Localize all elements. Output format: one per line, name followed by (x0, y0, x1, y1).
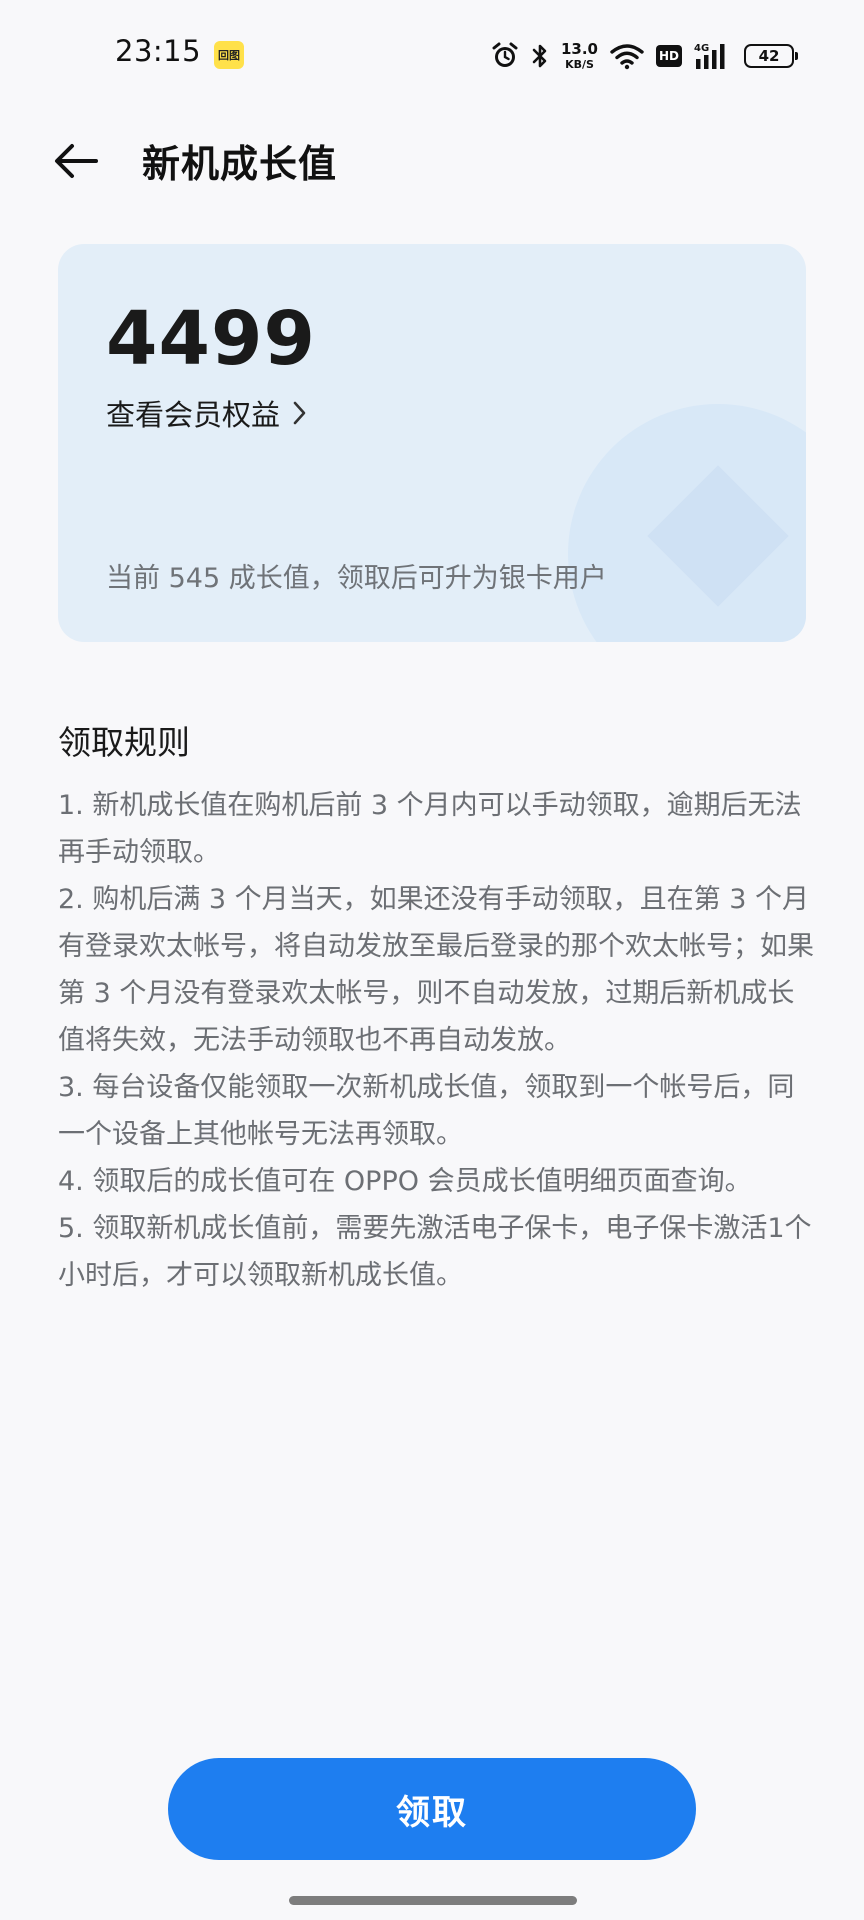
network-speed-value: 13.0 (560, 40, 598, 58)
header: 新机成长值 (0, 125, 864, 195)
growth-status-text: 当前 545 成长值，领取后可升为银卡用户 (106, 563, 607, 594)
page-title: 新机成长值 (142, 142, 338, 186)
rule-item: 4. 领取后的成长值可在 OPPO 会员成长值明细页面查询。 (58, 1166, 752, 1197)
growth-value-card: 4499 查看会员权益 当前 545 成长值，领取后可升为银卡用户 (58, 244, 806, 642)
wifi-icon (610, 42, 644, 70)
claim-button[interactable]: 领取 (168, 1758, 696, 1860)
rule-item: 2. 购机后满 3 个月当天，如果还没有手动领取，且在第 3 个月有登录欢太帐号… (58, 884, 814, 1056)
rules-title: 领取规则 (58, 723, 190, 762)
back-button[interactable] (48, 133, 104, 189)
benefits-link-label: 查看会员权益 (106, 398, 281, 432)
cellular-signal-icon: 4G (694, 41, 732, 71)
battery-icon: 42 (744, 44, 798, 68)
status-bar: 23:15 回图 13.0 KB/S HD 4G 42 (0, 30, 864, 80)
network-speed: 13.0 KB/S (560, 40, 598, 71)
alarm-icon (491, 42, 519, 70)
view-member-benefits-link[interactable]: 查看会员权益 (106, 392, 308, 434)
status-time: 23:15 (115, 34, 202, 68)
battery-level: 42 (758, 47, 780, 65)
screen: 23:15 回图 13.0 KB/S HD 4G 42 新机成长值 4499 查… (0, 0, 864, 1920)
network-speed-unit: KB/S (565, 58, 594, 71)
rule-item: 1. 新机成长值在购机后前 3 个月内可以手动领取，逾期后无法再手动领取。 (58, 790, 802, 868)
network-type-label: 4G (694, 43, 709, 54)
arrow-left-icon (55, 144, 98, 178)
bluetooth-icon (531, 42, 549, 70)
growth-value: 4499 (106, 296, 316, 382)
chevron-right-icon (293, 401, 306, 425)
hd-voice-icon: HD (656, 45, 682, 67)
home-indicator[interactable] (289, 1896, 577, 1905)
status-icons: 13.0 KB/S HD 4G 42 (491, 36, 798, 76)
rule-item: 3. 每台设备仅能领取一次新机成长值，领取到一个帐号后，同一个设备上其他帐号无法… (58, 1072, 795, 1150)
claim-rules: 领取规则 1. 新机成长值在购机后前 3 个月内可以手动领取，逾期后无法再手动领… (58, 716, 818, 1299)
rule-item: 5. 领取新机成长值前，需要先激活电子保卡，电子保卡激活1个小时后，才可以领取新… (58, 1213, 812, 1291)
notification-app-icon: 回图 (214, 41, 244, 69)
